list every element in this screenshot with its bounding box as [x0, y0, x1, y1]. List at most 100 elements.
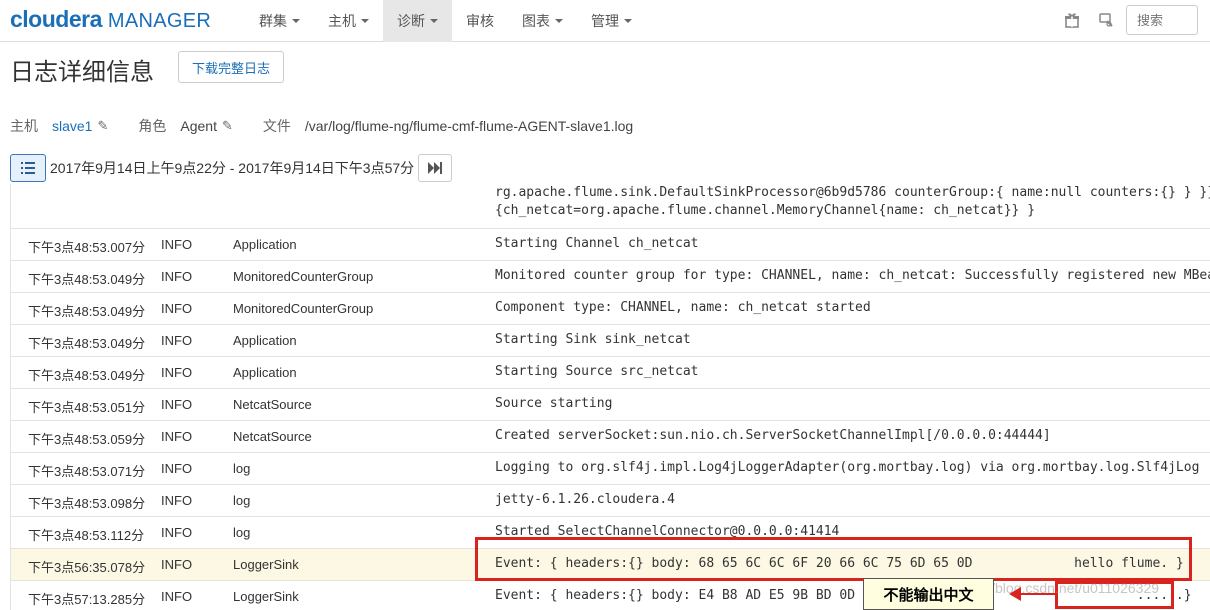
- log-message: Starting Sink sink_netcat: [495, 332, 691, 347]
- log-message: Monitored counter group for type: CHANNE…: [495, 268, 1210, 283]
- log-source: MonitoredCounterGroup: [233, 301, 374, 316]
- brand-name: cloudera: [10, 6, 102, 32]
- log-continuation-line: {ch_netcat=org.apache.flume.channel.Memo…: [495, 203, 1036, 218]
- log-row: 下午3点48:53.059分 INFO NetcatSource Created se…: [11, 420, 1210, 452]
- log-level: INFO: [161, 525, 193, 540]
- nav-label: 图表: [522, 13, 550, 29]
- gift-icon[interactable]: [1058, 6, 1086, 34]
- log-time: 下午3点48:53.112分: [28, 528, 145, 543]
- log-row: 下午3点48:53.049分 INFO Application Starting So…: [11, 356, 1210, 388]
- log-row: 下午3点48:53.007分 INFO Application Starting Ch…: [11, 228, 1210, 260]
- log-level: INFO: [161, 429, 193, 444]
- log-source: MonitoredCounterGroup: [233, 269, 374, 284]
- log-row: 下午3点48:53.071分 INFO log Logging to org.slf4…: [11, 452, 1210, 484]
- log-row: 下午3点48:53.051分 INFO NetcatSource Source sta…: [11, 388, 1210, 420]
- log-time: 下午3点56:35.078分: [28, 560, 146, 575]
- log-level: INFO: [161, 269, 193, 284]
- download-full-log-button[interactable]: 下载完整日志: [178, 51, 285, 83]
- log-level: INFO: [161, 397, 193, 412]
- log-source: NetcatSource: [233, 397, 312, 412]
- log-source: Application: [233, 333, 297, 348]
- log-time: 下午3点48:53.049分: [28, 336, 146, 351]
- log-source: Application: [233, 237, 297, 252]
- log-level: INFO: [161, 365, 193, 380]
- log-time: 下午3点48:53.051分: [28, 400, 146, 415]
- log-source: log: [233, 493, 251, 508]
- log-continuation-line: rg.apache.flume.sink.DefaultSinkProcesso…: [495, 185, 1210, 200]
- log-level: INFO: [161, 301, 193, 316]
- log-message: Starting Channel ch_netcat: [495, 236, 699, 251]
- caret-down-icon: [624, 19, 632, 23]
- log-time: 下午3点57:13.285分: [28, 592, 146, 607]
- annotation-arrow-line: [1020, 593, 1056, 595]
- log-row: 下午3点48:53.049分 INFO MonitoredCounterGroup C…: [11, 292, 1210, 324]
- log-level: INFO: [161, 493, 193, 508]
- log-time: 下午3点48:53.049分: [28, 368, 146, 383]
- search-input[interactable]: [1126, 5, 1198, 35]
- log-source: Application: [233, 365, 297, 380]
- nav-item-administration[interactable]: 管理: [577, 0, 646, 42]
- list-view-button[interactable]: [10, 154, 46, 182]
- log-message: Component type: CHANNEL, name: ch_netcat…: [495, 300, 871, 315]
- arrow-left-icon: [1009, 587, 1021, 601]
- log-time: 下午3点48:53.059分: [28, 432, 146, 447]
- log-level: INFO: [161, 333, 193, 348]
- nav-item-hosts[interactable]: 主机: [314, 0, 383, 42]
- nav-item-charts[interactable]: 图表: [508, 0, 577, 42]
- nav-label: 管理: [591, 13, 619, 29]
- log-meta: 主机 slave1 ✎ 角色 Agent ✎ 文件 /var/log/flume…: [10, 116, 633, 136]
- caret-down-icon: [430, 19, 438, 23]
- log-message-continuation: rg.apache.flume.sink.DefaultSinkProcesso…: [495, 184, 1210, 220]
- nav-right: [1058, 5, 1198, 35]
- fast-forward-end-icon: [428, 162, 443, 174]
- log-message: Source starting: [495, 396, 613, 411]
- file-label: 文件: [262, 118, 291, 134]
- list-icon: [21, 162, 35, 174]
- time-range-bar: 2017年9月14日上午9点22分 - 2017年9月14日下午3点57分: [10, 154, 453, 182]
- caret-down-icon: [555, 19, 563, 23]
- caret-down-icon: [361, 19, 369, 23]
- annotation-box-hello: [475, 537, 1192, 581]
- page-title: 日志详细信息: [10, 59, 154, 86]
- top-navbar: cloudera MANAGER 群集 主机 诊断 审核 图表 管理: [0, 0, 1210, 42]
- log-level: INFO: [161, 557, 193, 572]
- log-source: LoggerSink: [233, 557, 299, 572]
- log-source: log: [233, 525, 251, 540]
- caret-down-icon: [292, 19, 300, 23]
- nav-item-audits[interactable]: 审核: [452, 0, 508, 42]
- time-range-text: 2017年9月14日上午9点22分 - 2017年9月14日下午3点57分: [50, 160, 415, 176]
- nav-item-clusters[interactable]: 群集: [245, 0, 314, 42]
- log-source: NetcatSource: [233, 429, 312, 444]
- nav-label: 诊断: [397, 13, 425, 29]
- pencil-icon[interactable]: ✎: [97, 118, 108, 134]
- role-label: 角色: [138, 118, 167, 134]
- log-row: 下午3点48:53.049分 INFO Application Starting Si…: [11, 324, 1210, 356]
- host-link[interactable]: slave1: [52, 118, 92, 134]
- annotation-callout: 不能输出中文: [863, 578, 994, 610]
- log-time: 下午3点48:53.049分: [28, 272, 146, 287]
- cloudera-manager-logo[interactable]: cloudera MANAGER: [10, 6, 211, 36]
- pencil-icon[interactable]: ✎: [222, 118, 233, 134]
- jump-to-end-button[interactable]: [418, 154, 453, 182]
- log-level: INFO: [161, 461, 193, 476]
- log-time: 下午3点48:53.049分: [28, 304, 146, 319]
- log-time: 下午3点48:53.007分: [28, 240, 146, 255]
- log-source: log: [233, 461, 251, 476]
- log-time: 下午3点48:53.098分: [28, 496, 146, 511]
- log-message: Created serverSocket:sun.nio.ch.ServerSo…: [495, 428, 1051, 443]
- nav-label: 审核: [466, 13, 494, 29]
- host-label: 主机: [10, 118, 38, 134]
- log-time: 下午3点48:53.071分: [28, 464, 146, 479]
- log-message: Logging to org.slf4j.impl.Log4jLoggerAda…: [495, 460, 1200, 475]
- nav-label: 群集: [259, 13, 287, 29]
- role-value: Agent: [180, 118, 217, 134]
- log-message: jetty-6.1.26.cloudera.4: [495, 492, 676, 507]
- log-row: 下午3点48:53.098分 INFO log jetty-6.1.26.cloude…: [11, 484, 1210, 516]
- nav-item-diagnostics[interactable]: 诊断: [383, 0, 452, 42]
- log-source: LoggerSink: [233, 589, 299, 604]
- support-icon[interactable]: [1092, 6, 1120, 34]
- file-path: /var/log/flume-ng/flume-cmf-flume-AGENT-…: [304, 118, 634, 134]
- log-message: Starting Source src_netcat: [495, 364, 699, 379]
- log-level: INFO: [161, 589, 193, 604]
- log-row: 下午3点48:53.049分 INFO MonitoredCounterGroup M…: [11, 260, 1210, 292]
